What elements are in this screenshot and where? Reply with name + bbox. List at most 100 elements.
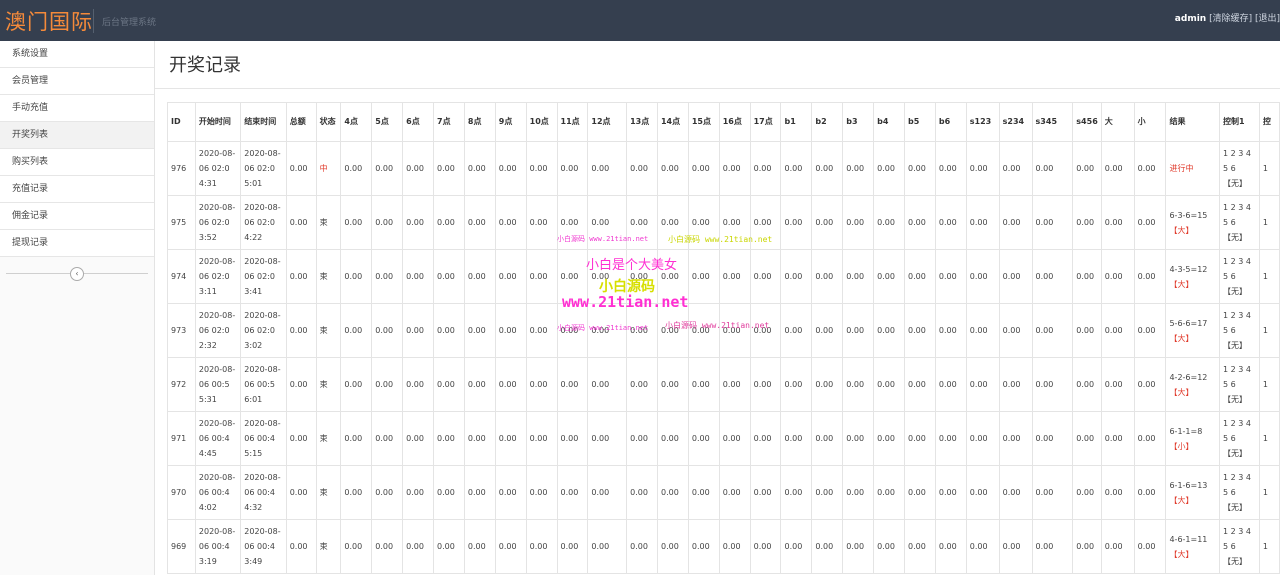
sidebar-item-member-management[interactable]: 会员管理 [0,68,154,95]
amount-cell: 0.00 [873,303,905,358]
amount-cell: 0.00 [903,249,936,304]
sidebar-item-system-settings[interactable]: 系统设置 [0,41,154,68]
amount-cell: 0.00 [934,303,967,358]
column-header: 9点 [494,102,527,142]
control-cell-truncated: 1 [1258,411,1280,466]
control-cell-truncated: 1 [1258,195,1280,250]
amount-cell: 0.00 [998,465,1033,520]
sidebar-item-manual-recharge[interactable]: 手动充值 [0,95,154,122]
amount-cell: 0.00 [402,303,435,358]
end-time-cell: 2020-08-06 02:03:02 [240,303,287,358]
amount-cell: 0.00 [811,465,844,520]
amount-cell: 0.00 [371,141,404,196]
amount-cell: 0.00 [780,411,813,466]
end-time-cell: 2020-08-06 02:04:22 [240,195,287,250]
clear-cache-link[interactable]: [清除缓存] [1209,14,1252,24]
start-time-cell: 2020-08-06 02:04:31 [194,141,242,196]
amount-cell: 0.00 [525,303,558,358]
amount-cell: 0.00 [780,303,813,358]
state-cell: 束 [315,195,342,250]
end-time-cell: 2020-08-06 00:44:32 [240,465,287,520]
result-cell: 进行中 [1165,141,1221,196]
state-cell: 中 [315,141,342,196]
amount-cell: 0.00 [903,303,936,358]
state-cell: 束 [315,249,342,304]
column-header: b2 [811,102,844,142]
top-bar: 澳门国际 后台管理系统 admin [清除缓存] [退出] [0,0,1280,42]
total-cell: 0.00 [285,519,317,574]
logo-divider [93,9,94,33]
column-header: 大 [1100,102,1135,142]
column-header: b5 [903,102,936,142]
control-cell: 1 2 3 4 5 6 【无】 [1219,519,1260,574]
sidebar-item-withdraw-records[interactable]: 提现记录 [0,230,154,257]
sidebar-item-purchase-list[interactable]: 购买列表 [0,149,154,176]
start-time-cell: 2020-08-06 00:44:02 [194,465,242,520]
amount-cell: 0.00 [556,357,589,412]
watermark-text: 小白源码 www.21tian.net [665,321,770,330]
sidebar: 系统设置 会员管理 手动充值 开奖列表 购买列表 充值记录 佣金记录 提现记录 … [0,41,155,575]
amount-cell: 0.00 [687,141,720,196]
watermark-text: 小白源码 www.21tian.net [557,324,649,332]
amount-cell: 0.00 [1133,465,1167,520]
amount-cell: 0.00 [1031,195,1074,250]
result-cell: 6-1-6=13【大】 [1165,465,1221,520]
column-header: ID [167,102,196,142]
amount-cell: 0.00 [873,465,905,520]
amount-cell: 0.00 [1133,519,1167,574]
logout-link[interactable]: [退出] [1255,14,1280,24]
draw-records-table: ID 开始时间 结束时间 总额 状态 4点 5点 6点 7点 8点 9点 10点 11点 12点 13点 14… [167,102,1280,574]
amount-cell: 0.00 [433,519,465,574]
table-row: 970 2020-08-06 00:44:02 2020-08-06 00:44:3… [167,465,1280,520]
amount-cell: 0.00 [718,411,751,466]
amount-cell: 0.00 [965,411,1000,466]
amount-cell: 0.00 [749,465,782,520]
amount-cell: 0.00 [718,249,751,304]
amount-cell: 0.00 [525,519,558,574]
amount-cell: 0.00 [587,411,628,466]
amount-cell: 0.00 [842,357,875,412]
amount-cell: 0.00 [525,357,558,412]
column-header: 7点 [433,102,465,142]
amount-cell: 0.00 [718,141,751,196]
column-header: 6点 [402,102,435,142]
control-cell-truncated: 1 [1258,519,1280,574]
amount-cell: 0.00 [780,519,813,574]
amount-cell: 0.00 [934,141,967,196]
column-header: s456 [1072,102,1102,142]
amount-cell: 0.00 [1031,411,1074,466]
amount-cell: 0.00 [749,519,782,574]
sidebar-item-commission-records[interactable]: 佣金记录 [0,203,154,230]
amount-cell: 0.00 [873,519,905,574]
control-cell: 1 2 3 4 5 6 【无】 [1219,141,1260,196]
amount-cell: 0.00 [873,195,905,250]
sidebar-item-recharge-records[interactable]: 充值记录 [0,176,154,203]
amount-cell: 0.00 [780,141,813,196]
amount-cell: 0.00 [556,465,589,520]
amount-cell: 0.00 [463,195,496,250]
amount-cell: 0.00 [718,465,751,520]
control-cell: 1 2 3 4 5 6 【无】 [1219,465,1260,520]
amount-cell: 0.00 [494,465,527,520]
amount-cell: 0.00 [811,411,844,466]
sidebar-item-draw-list[interactable]: 开奖列表 [0,122,154,149]
column-header: s234 [998,102,1033,142]
amount-cell: 0.00 [811,519,844,574]
row-id-cell: 969 [167,519,196,574]
result-cell: 4-6-1=11【大】 [1165,519,1221,574]
amount-cell: 0.00 [1133,357,1167,412]
amount-cell: 0.00 [965,357,1000,412]
column-header: 开始时间 [194,102,242,142]
amount-cell: 0.00 [1133,195,1167,250]
start-time-cell: 2020-08-06 02:02:32 [194,303,242,358]
amount-cell: 0.00 [1072,357,1102,412]
amount-cell: 0.00 [903,141,936,196]
column-header: 12点 [587,102,628,142]
total-cell: 0.00 [285,465,317,520]
amount-cell: 0.00 [998,357,1033,412]
chevron-left-icon[interactable]: ‹ [70,267,84,281]
amount-cell: 0.00 [749,411,782,466]
amount-cell: 0.00 [1072,195,1102,250]
control-cell-truncated: 1 [1258,357,1280,412]
amount-cell: 0.00 [749,249,782,304]
